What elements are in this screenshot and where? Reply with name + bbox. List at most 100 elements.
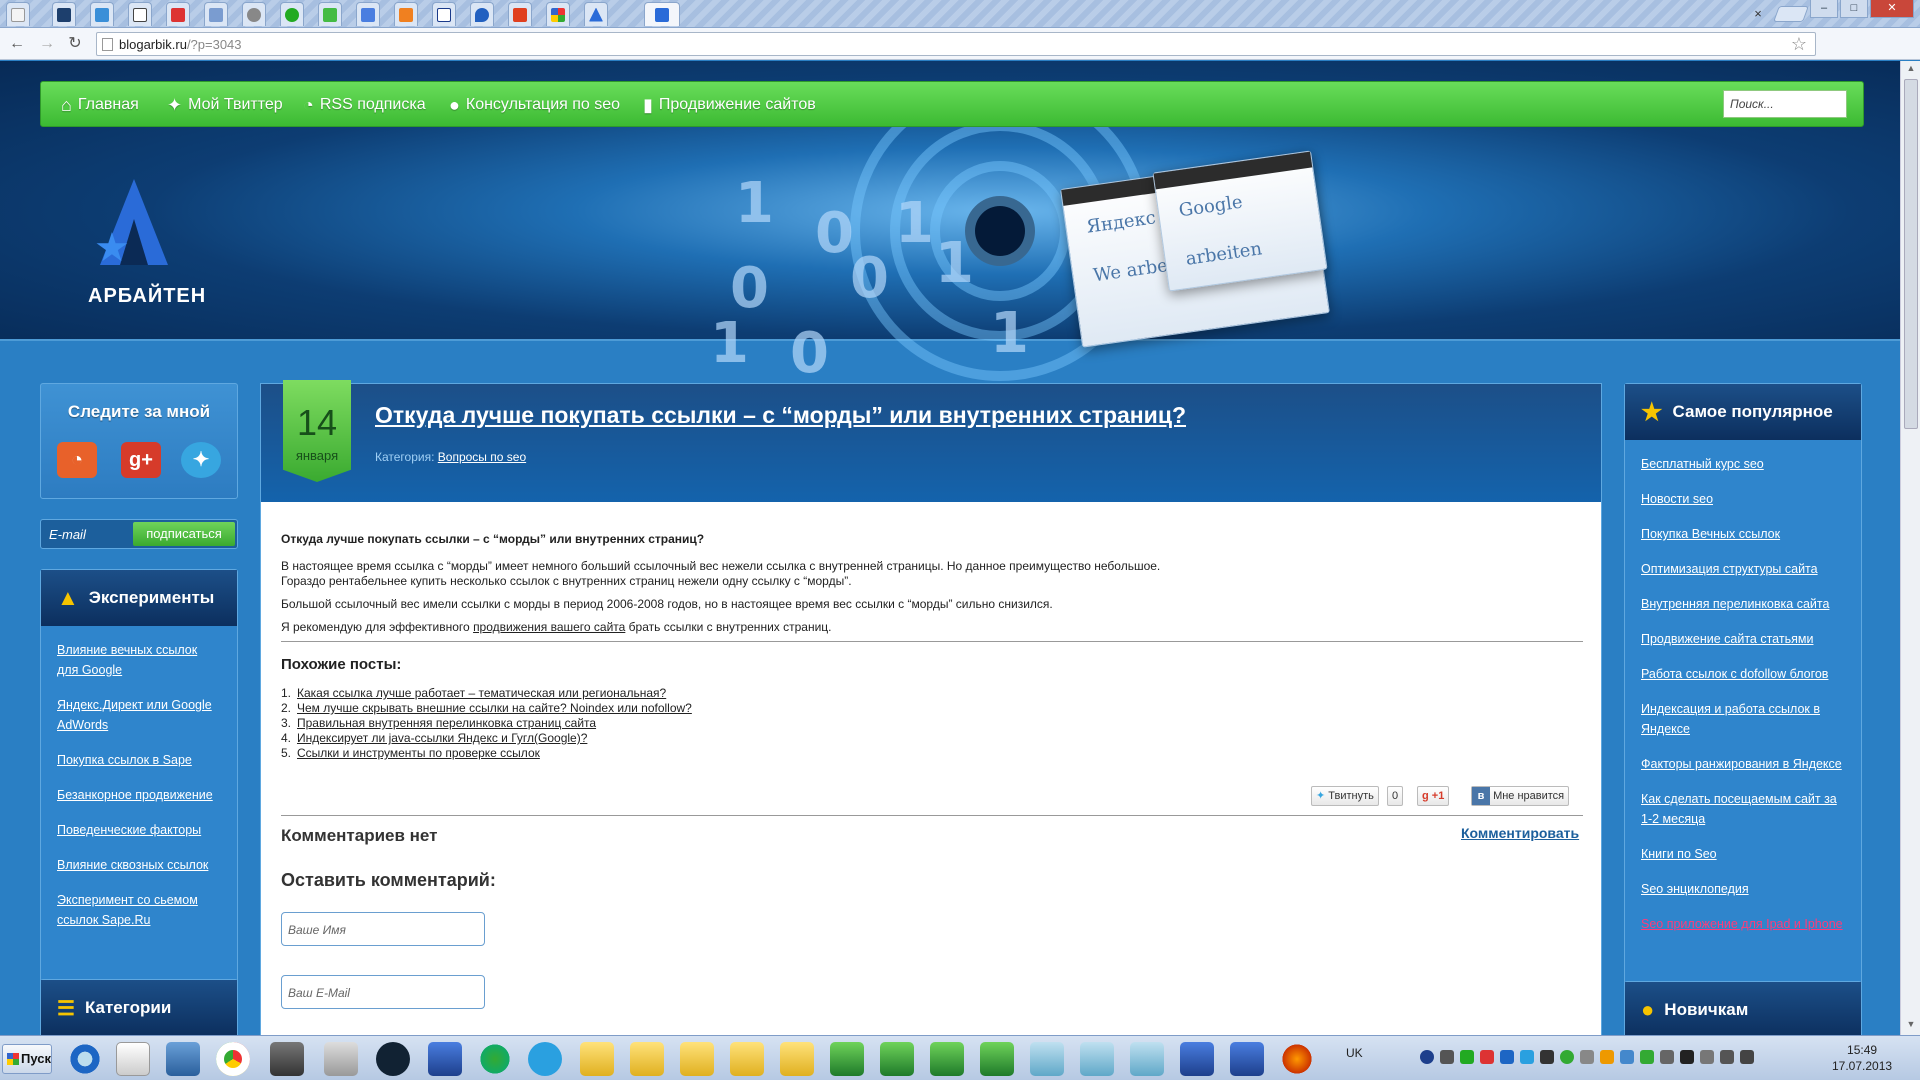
forward-arrow-icon[interactable]: → — [36, 34, 58, 54]
tab[interactable] — [508, 2, 532, 26]
tray-icon[interactable] — [1580, 1050, 1594, 1064]
experiments-link[interactable]: Яндекс.Директ или Google AdWords — [57, 695, 221, 735]
nav-item-rss[interactable]: ◔ RSS подписка — [303, 82, 426, 128]
nav-item-twitter[interactable]: ✦ Мой Твиттер — [167, 82, 283, 128]
page-scrollbar[interactable]: ▲ ▼ — [1900, 61, 1920, 1035]
popular-link[interactable]: Индексация и работа ссылок в Яндексе — [1641, 699, 1845, 739]
popular-link[interactable]: Книги по Seo — [1641, 844, 1845, 864]
tray-icon[interactable] — [1660, 1050, 1674, 1064]
tab[interactable] — [90, 2, 114, 26]
reload-icon[interactable]: ↻ — [64, 34, 86, 54]
popular-link[interactable]: Покупка Вечных ссылок — [1641, 524, 1845, 544]
site-logo[interactable]: ★ АРБАЙТЕН — [88, 179, 205, 309]
subscribe-button[interactable]: подписаться — [133, 522, 235, 546]
popular-link[interactable]: Факторы ранжирования в Яндексе — [1641, 754, 1845, 774]
skype-icon[interactable] — [528, 1042, 562, 1076]
maximize-button[interactable]: □ — [1840, 0, 1868, 18]
tab[interactable] — [6, 2, 30, 26]
comment-link[interactable]: Комментировать — [1461, 825, 1579, 841]
tab[interactable] — [204, 2, 228, 26]
experiments-link[interactable]: Покупка ссылок в Sape — [57, 750, 221, 770]
app-icon[interactable] — [478, 1042, 512, 1076]
excel-icon[interactable] — [980, 1042, 1014, 1076]
word-icon[interactable] — [1180, 1042, 1214, 1076]
tray-icon[interactable] — [1620, 1050, 1634, 1064]
google-plus-icon[interactable]: g+ — [121, 442, 161, 478]
help-icon[interactable] — [1420, 1050, 1434, 1064]
popular-link[interactable]: Бесплатный курс seo — [1641, 454, 1845, 474]
network-icon[interactable] — [1720, 1050, 1734, 1064]
post-title[interactable]: Откуда лучше покупать ссылки – с “морды”… — [375, 402, 1186, 429]
address-bar[interactable]: blogarbik.ru/?p=3043 ☆ — [96, 32, 1816, 56]
volume-icon[interactable] — [1740, 1050, 1754, 1064]
tab[interactable] — [52, 2, 76, 26]
excel-icon[interactable] — [880, 1042, 914, 1076]
media-player-icon[interactable] — [116, 1042, 150, 1076]
experiments-link[interactable]: Влияние сквозных ссылок — [57, 855, 221, 875]
tray-icon[interactable] — [1540, 1050, 1554, 1064]
tab[interactable] — [166, 2, 190, 26]
word-icon[interactable] — [1230, 1042, 1264, 1076]
scroll-down-arrow-icon[interactable]: ▼ — [1905, 1019, 1917, 1029]
tray-icon[interactable] — [1560, 1050, 1574, 1064]
nav-item-promotion[interactable]: ▮ Продвижение сайтов — [643, 82, 816, 128]
tab[interactable] — [584, 2, 608, 26]
nav-item-home[interactable]: ⌂ Главная — [61, 82, 139, 128]
tray-icon[interactable] — [1520, 1050, 1534, 1064]
excel-icon[interactable] — [830, 1042, 864, 1076]
experiments-link[interactable]: Безанкорное продвижение — [57, 785, 221, 805]
close-window-button[interactable]: ✕ — [1870, 0, 1914, 18]
folder-icon[interactable] — [680, 1042, 714, 1076]
popular-link[interactable]: Как сделать посещаемым сайт за 1-2 месяц… — [1641, 789, 1845, 829]
tab[interactable] — [356, 2, 380, 26]
tray-icon[interactable] — [1680, 1050, 1694, 1064]
experiments-link[interactable]: Влияние вечных ссылок для Google — [57, 640, 221, 680]
tray-icon[interactable] — [1460, 1050, 1474, 1064]
excel-icon[interactable] — [930, 1042, 964, 1076]
promotion-link[interactable]: продвижения вашего сайта — [473, 620, 625, 634]
popular-link[interactable]: Оптимизация структуры сайта — [1641, 559, 1845, 579]
tab-active[interactable] — [644, 2, 680, 26]
new-tab-button[interactable] — [1773, 6, 1809, 22]
folder-icon[interactable] — [730, 1042, 764, 1076]
similar-post-link[interactable]: Правильная внутренняя перелинковка стран… — [297, 716, 596, 730]
tray-icon[interactable] — [1500, 1050, 1514, 1064]
app-icon[interactable] — [1130, 1042, 1164, 1076]
scrollbar-thumb[interactable] — [1904, 79, 1918, 429]
system-clock[interactable]: 15:49 17.07.2013 — [1832, 1042, 1892, 1074]
tab[interactable] — [546, 2, 570, 26]
tray-icon[interactable] — [1440, 1050, 1454, 1064]
ie-icon[interactable] — [68, 1042, 102, 1076]
vk-like-button[interactable]: в Мне нравится — [1471, 786, 1570, 806]
twitter-icon[interactable]: ✦ — [181, 442, 221, 478]
tweet-button[interactable]: ✦ Твитнуть — [1311, 786, 1379, 806]
similar-post-link[interactable]: Ссылки и инструменты по проверке ссылок — [297, 746, 540, 760]
tab[interactable] — [470, 2, 494, 26]
folder-icon[interactable] — [780, 1042, 814, 1076]
minimize-button[interactable]: – — [1810, 0, 1838, 18]
experiments-link[interactable]: Поведенческие факторы — [57, 820, 221, 840]
back-arrow-icon[interactable]: ← — [6, 34, 28, 54]
email-field[interactable]: Ваш E-Mail — [281, 975, 485, 1009]
nav-item-consultation[interactable]: ● Консультация по seo — [449, 82, 620, 128]
bookmark-star-icon[interactable]: ☆ — [1791, 34, 1807, 55]
name-input[interactable]: Ваше Имя — [281, 912, 485, 946]
tray-icon[interactable] — [1600, 1050, 1614, 1064]
tab[interactable] — [280, 2, 304, 26]
close-tab-icon[interactable]: × — [1750, 6, 1766, 22]
word-icon[interactable] — [428, 1042, 462, 1076]
tab[interactable] — [242, 2, 266, 26]
folder-icon[interactable] — [630, 1042, 664, 1076]
tab[interactable] — [432, 2, 456, 26]
language-indicator[interactable]: UK — [1346, 1046, 1363, 1060]
similar-post-link[interactable]: Чем лучше скрывать внешние ссылки на сай… — [297, 701, 692, 715]
popular-link[interactable]: Продвижение сайта статьями — [1641, 629, 1845, 649]
tray-icon[interactable] — [1480, 1050, 1494, 1064]
similar-post-link[interactable]: Какая ссылка лучше работает – тематическ… — [297, 686, 666, 700]
tab[interactable] — [128, 2, 152, 26]
fp-icon[interactable] — [376, 1042, 410, 1076]
scroll-up-arrow-icon[interactable]: ▲ — [1905, 63, 1917, 73]
popular-link[interactable]: Внутренняя перелинковка сайта — [1641, 594, 1845, 614]
url-text[interactable]: blogarbik.ru/?p=3043 — [119, 37, 242, 52]
app-icon[interactable] — [270, 1042, 304, 1076]
